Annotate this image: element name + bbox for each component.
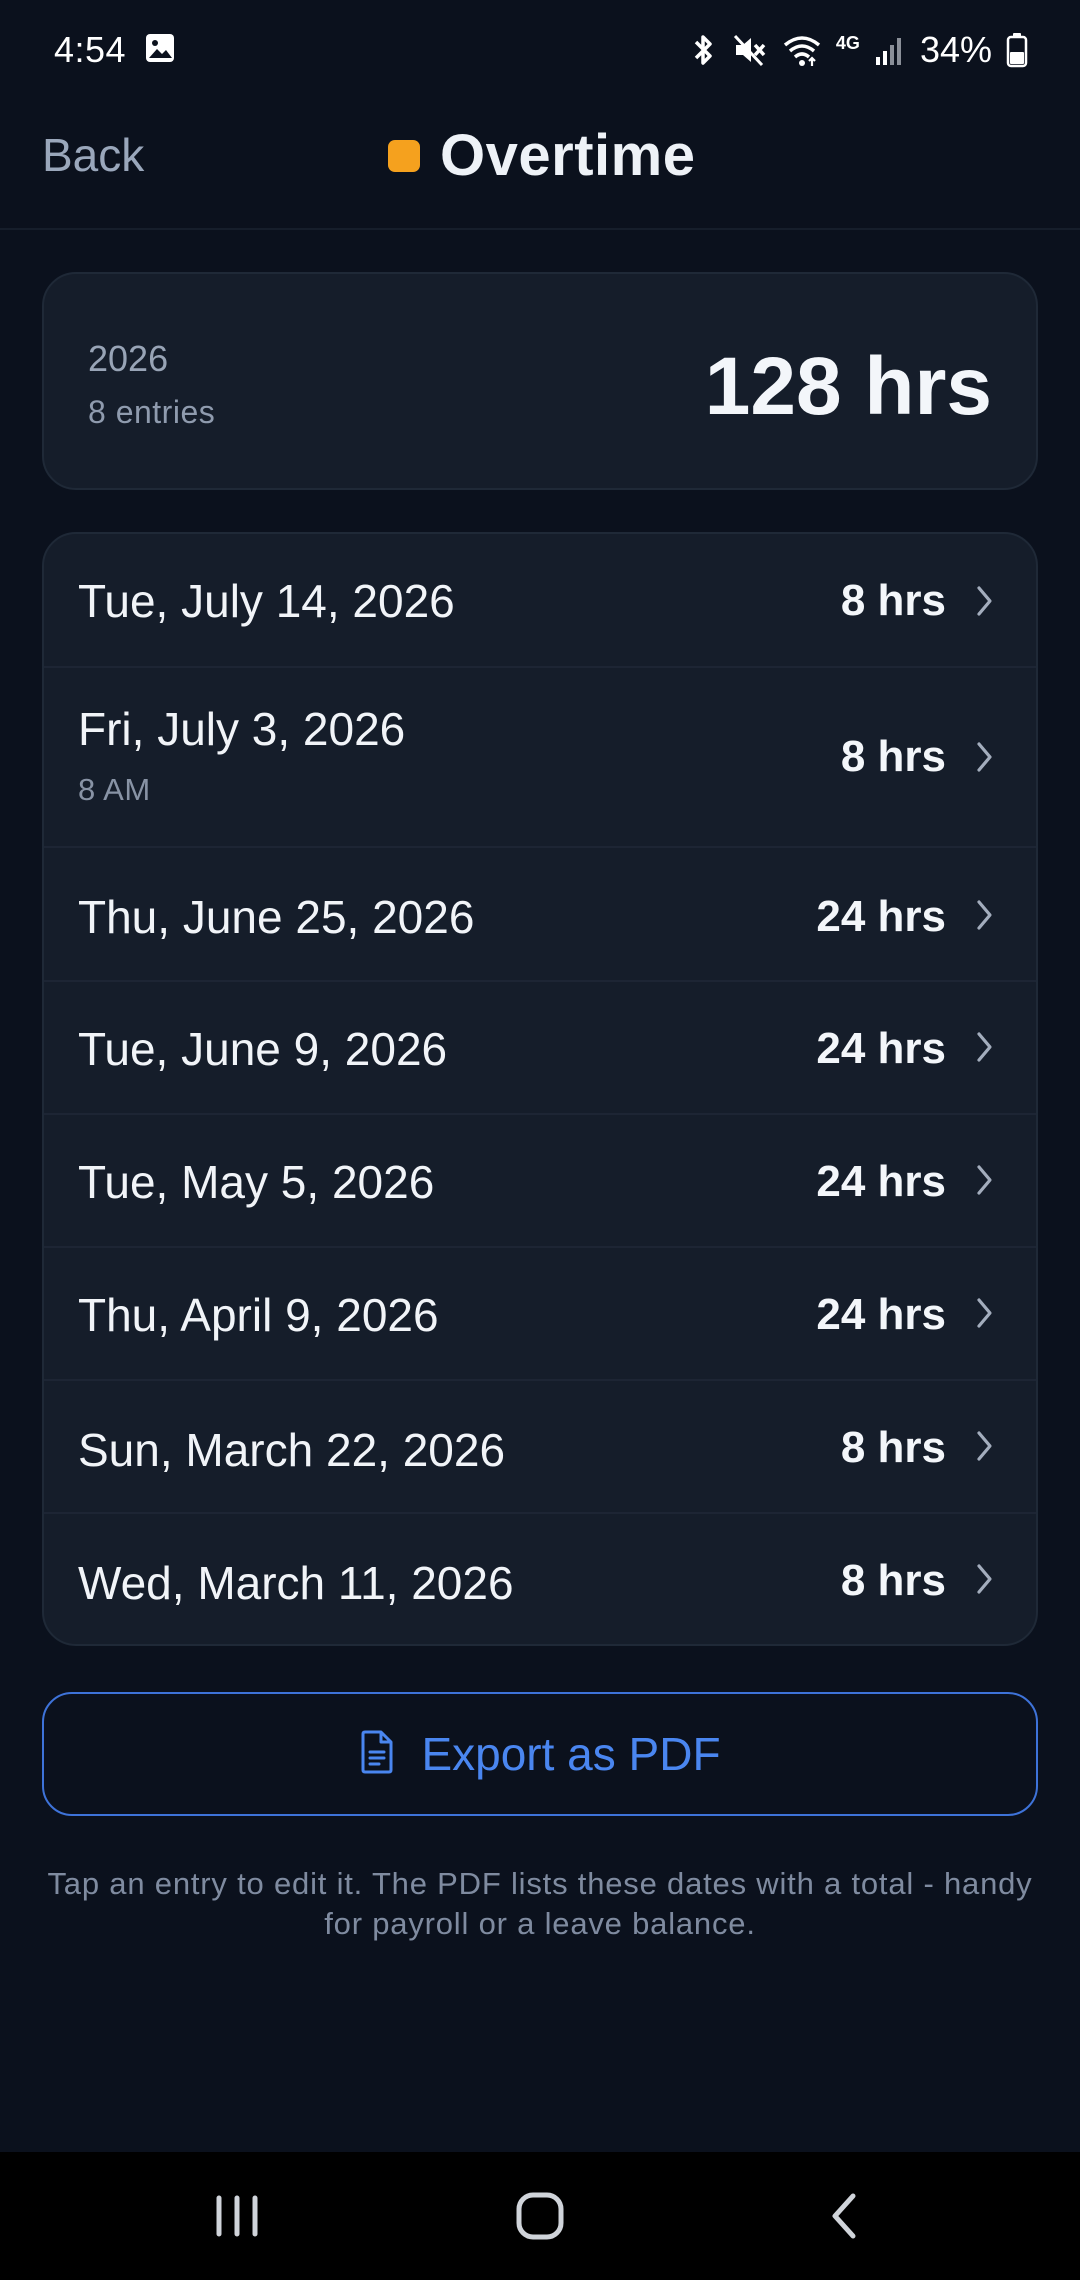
chevron-right-icon (977, 1165, 992, 1195)
entry-date: Tue, June 9, 2026 (78, 1023, 448, 1075)
chevron-right-icon (977, 1298, 992, 1328)
signal-icon (874, 33, 906, 67)
chevron-right-icon (977, 742, 992, 772)
entry-date: Wed, March 11, 2026 (78, 1557, 514, 1609)
footer-note: Tap an entry to edit it. The PDF lists t… (47, 1866, 1033, 1941)
export-label: Export as PDF (421, 1728, 721, 1780)
entry-row[interactable]: Sun, March 22, 2026 8 hrs (44, 1381, 1036, 1514)
document-icon (359, 1730, 395, 1779)
entry-date: Thu, April 9, 2026 (78, 1289, 439, 1341)
wifi-icon (782, 32, 822, 68)
entry-date: Sun, March 22, 2026 (78, 1424, 506, 1476)
entry-row[interactable]: Wed, March 11, 2026 8 hrs (44, 1514, 1036, 1644)
network-type-icon: 4G (835, 32, 860, 53)
system-nav-bar (0, 2152, 1080, 2280)
entry-date: Thu, June 25, 2026 (78, 891, 475, 943)
entry-row[interactable]: Tue, July 14, 2026 8 hrs (44, 534, 1036, 668)
battery-icon (1006, 32, 1028, 68)
back-nav-button[interactable] (763, 2152, 923, 2280)
entry-date: Fri, July 3, 2026 (78, 703, 406, 755)
entry-row[interactable]: Thu, April 9, 2026 24 hrs (44, 1248, 1036, 1381)
chevron-right-icon (977, 900, 992, 930)
entry-time: 8 AM (78, 772, 151, 807)
category-color-dot (388, 139, 420, 172)
entry-hours: 8 hrs (840, 576, 946, 625)
entry-hours: 8 hrs (840, 1423, 946, 1472)
entry-list: Tue, July 14, 2026 8 hrs Fri, July 3, 20… (42, 532, 1038, 1646)
chevron-right-icon (977, 1431, 992, 1461)
back-arrow-icon (832, 2193, 856, 2239)
status-bar: 4:54 4G 34% (0, 0, 1080, 100)
header: Back Overtime (0, 100, 1080, 230)
entry-hours: 8 hrs (840, 732, 946, 781)
bluetooth-icon (688, 32, 718, 68)
battery-percent: 34% (919, 29, 992, 70)
home-icon (516, 2192, 564, 2240)
title-wrap: Overtime (388, 122, 695, 189)
home-button[interactable] (460, 2152, 620, 2280)
entry-hours: 8 hrs (840, 1556, 946, 1605)
status-right: 4G 34% (688, 29, 1028, 71)
mute-icon (732, 32, 768, 68)
chevron-right-icon (977, 586, 992, 616)
entry-date: Tue, July 14, 2026 (78, 575, 455, 627)
status-left: 4:54 (54, 29, 176, 71)
entry-row[interactable]: Tue, May 5, 2026 24 hrs (44, 1115, 1036, 1248)
entry-hours: 24 hrs (816, 1024, 946, 1073)
recent-apps-button[interactable] (157, 2152, 317, 2280)
summary-entry-count: 8 entries (88, 394, 216, 430)
recent-apps-icon (216, 2195, 258, 2237)
entry-row[interactable]: Thu, June 25, 2026 24 hrs (44, 848, 1036, 982)
entry-row[interactable]: Fri, July 3, 2026 8 AM 8 hrs (44, 668, 1036, 848)
entry-hours: 24 hrs (816, 1157, 946, 1206)
summary-total-hours: 128 hrs (704, 341, 992, 432)
entry-hours: 24 hrs (816, 1290, 946, 1339)
page-title: Overtime (440, 123, 696, 188)
back-button[interactable]: Back (42, 128, 144, 182)
entry-hours: 24 hrs (816, 892, 946, 941)
summary-year: 2026 (88, 338, 169, 379)
summary-card: 2026 8 entries 128 hrs (42, 272, 1038, 490)
export-pdf-button[interactable]: Export as PDF (42, 1692, 1038, 1816)
entry-date: Tue, May 5, 2026 (78, 1156, 435, 1208)
status-time: 4:54 (54, 29, 127, 70)
entry-row[interactable]: Tue, June 9, 2026 24 hrs (44, 982, 1036, 1115)
chevron-right-icon (977, 1564, 992, 1594)
gallery-notification-icon (144, 32, 176, 69)
chevron-right-icon (977, 1032, 992, 1062)
